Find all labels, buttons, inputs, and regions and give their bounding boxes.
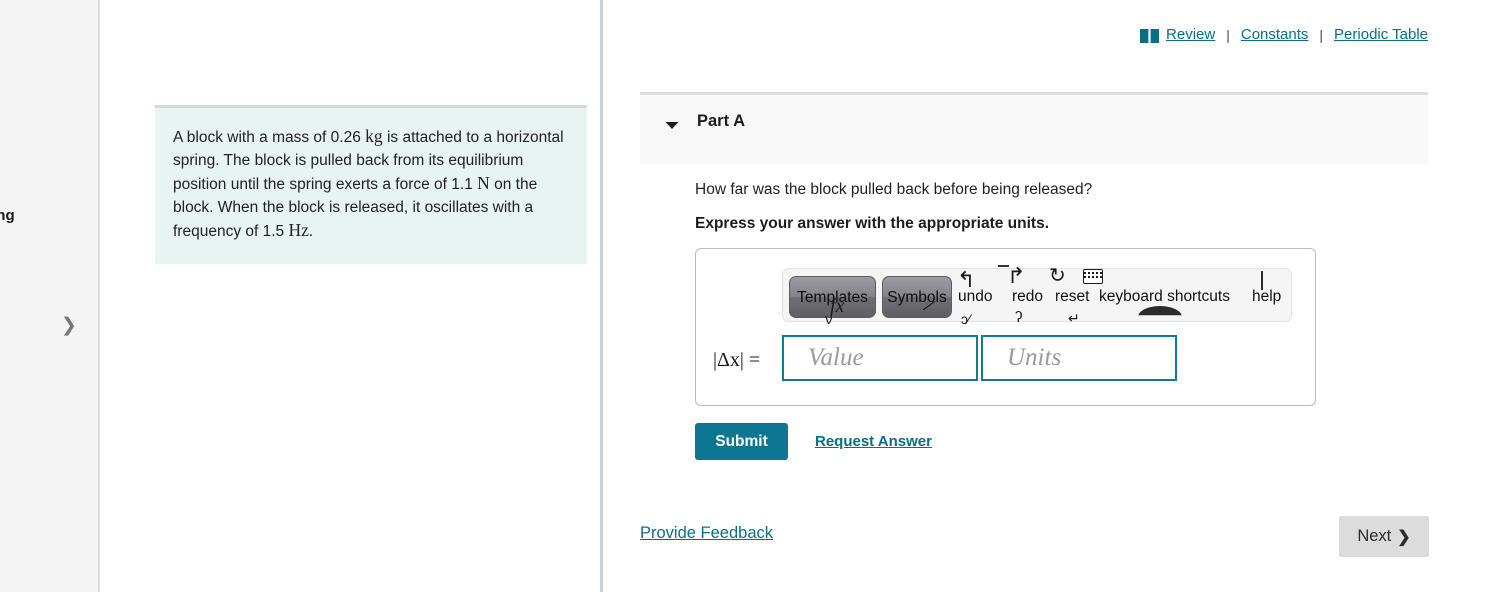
- chevron-right-icon[interactable]: ❯: [58, 313, 80, 339]
- part-a-title: Part A: [697, 112, 745, 130]
- redo-arrow-icon: ↰: [1007, 263, 1026, 288]
- provide-feedback-link[interactable]: Provide Feedback: [640, 524, 773, 543]
- value-input[interactable]: [782, 335, 978, 381]
- left-sidebar-rail: ring ❯: [0, 0, 100, 592]
- resource-separator-2: |: [1319, 26, 1324, 43]
- submit-button[interactable]: Submit: [695, 423, 788, 460]
- resource-links-bar: Review | Constants | Periodic Table: [1140, 26, 1428, 43]
- review-link[interactable]: Review: [1166, 26, 1215, 43]
- help-button[interactable]: help: [1252, 287, 1281, 307]
- arc-glyph-artifact: [1138, 306, 1182, 328]
- question-instruction: Express your answer with the appropriate…: [695, 215, 1050, 232]
- symbols-button[interactable]: Symbols: [882, 276, 952, 318]
- open-book-icon: [1140, 28, 1160, 43]
- redo-lower-artifact: ʔ: [1015, 309, 1023, 326]
- request-answer-link[interactable]: Request Answer: [815, 433, 932, 450]
- units-input[interactable]: [981, 335, 1177, 381]
- next-button[interactable]: Next ❯: [1339, 516, 1429, 557]
- reset-arrow-icon: ↻: [1049, 265, 1066, 287]
- keyboard-shortcuts-button[interactable]: keyboard shortcuts: [1099, 287, 1230, 307]
- reset-button[interactable]: reset: [1055, 287, 1089, 307]
- undo-button[interactable]: undo: [958, 287, 992, 307]
- resource-separator-1: |: [1226, 26, 1230, 43]
- templates-button[interactable]: Templates: [789, 276, 876, 318]
- sidebar-truncated-label: ring: [0, 207, 15, 224]
- part-a-header-panel: Part A: [640, 92, 1428, 164]
- undo-lower-artifact: ɔ∕: [961, 311, 971, 327]
- answer-variable-label: |Δx| =: [713, 349, 761, 371]
- question-content-column: Review | Constants | Periodic Table Part…: [606, 0, 1490, 592]
- redo-button[interactable]: redo: [1012, 287, 1043, 307]
- question-prompt: How far was the block pulled back before…: [695, 181, 1093, 198]
- chevron-right-icon: ❯: [1397, 528, 1411, 546]
- reset-lower-artifact: ↵: [1068, 310, 1080, 326]
- keyboard-icon: [1083, 269, 1103, 284]
- problem-statement-column: A block with a mass of 0.26 kg is attach…: [102, 0, 603, 592]
- answer-entry-box: Templates Symbols undo redo reset keyboa…: [695, 248, 1316, 406]
- constants-link[interactable]: Constants: [1241, 26, 1309, 43]
- periodic-table-link[interactable]: Periodic Table: [1334, 26, 1428, 43]
- next-button-label: Next: [1357, 527, 1392, 545]
- caret-down-icon[interactable]: [664, 117, 680, 133]
- problem-statement-box: A block with a mass of 0.26 kg is attach…: [155, 105, 587, 264]
- math-editor-toolbar: Templates Symbols undo redo reset keyboa…: [782, 263, 1292, 328]
- problem-statement-text: A block with a mass of 0.26 kg is attach…: [173, 126, 564, 241]
- minus-glyph-artifact: [998, 265, 1009, 267]
